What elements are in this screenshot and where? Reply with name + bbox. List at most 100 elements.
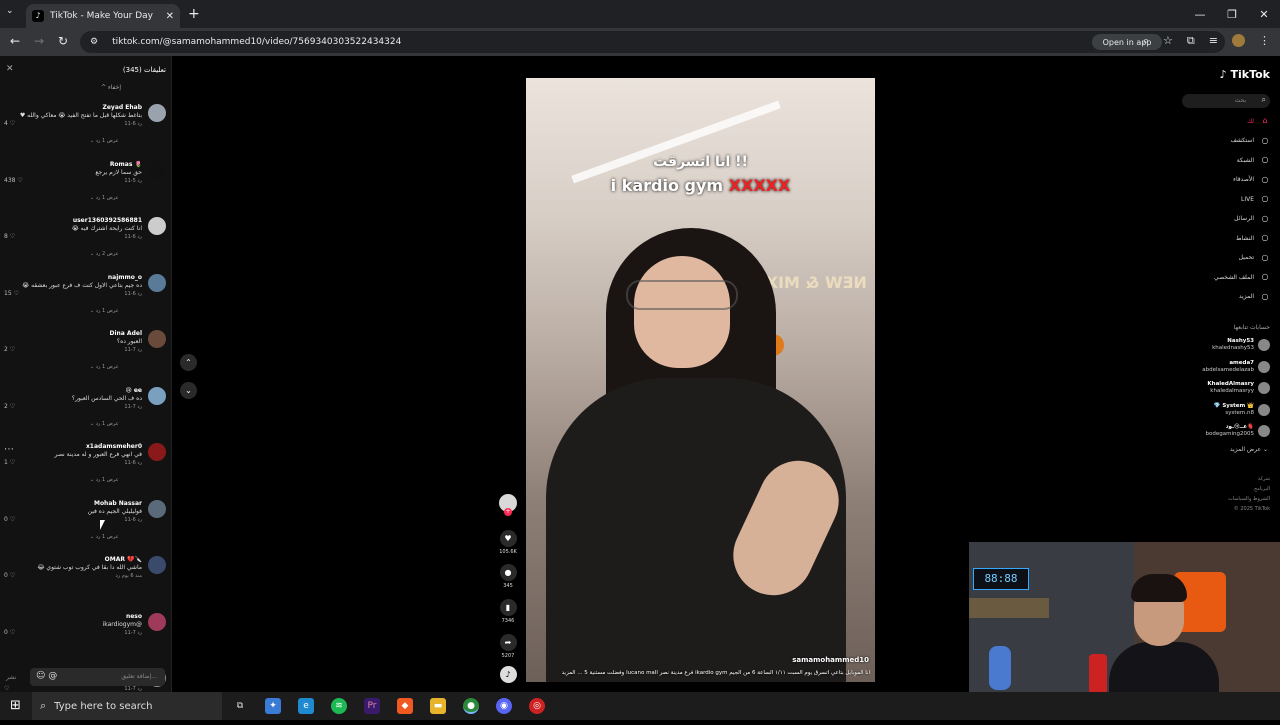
more-options-icon[interactable]: ⋯ xyxy=(4,444,14,455)
comment-date-reply[interactable]: 11-6 رد xyxy=(124,291,142,297)
close-comments-icon[interactable]: ✕ xyxy=(6,64,14,74)
bookmark-star-icon[interactable]: ☆ xyxy=(1163,34,1173,48)
following-account[interactable]: Nashy53 khalednashy53 xyxy=(1212,338,1270,352)
restore-icon[interactable]: ❐ xyxy=(1216,8,1248,21)
emoji-mention-icon[interactable]: ☺ @ xyxy=(36,671,57,681)
spotify-icon[interactable]: ≋ xyxy=(331,698,347,714)
profile-avatar[interactable] xyxy=(1232,34,1245,47)
comment-avatar[interactable] xyxy=(148,104,166,122)
search-input[interactable]: بحث ⌕ xyxy=(1182,94,1270,108)
comment-username[interactable]: Dina Adel xyxy=(109,330,142,337)
nav-item[interactable]: LIVE ○ xyxy=(1241,194,1270,204)
close-tab-icon[interactable]: ✕ xyxy=(166,11,174,22)
comment-button[interactable]: ● 345 xyxy=(497,564,519,589)
comment-username[interactable]: OMAR 💔🔪 xyxy=(105,556,142,563)
following-account[interactable]: ameda7 abdelsamedelazab xyxy=(1202,360,1270,374)
extensions-icon[interactable]: ⧉ xyxy=(1187,34,1195,48)
following-account[interactable]: عــ😢ـود🫀 bodegaming2005 xyxy=(1206,424,1270,438)
comment-input[interactable]: ☺ @ إضافة تعليق... xyxy=(30,668,165,686)
nav-item[interactable]: الشبكة ○ xyxy=(1237,155,1270,165)
windows-start-icon[interactable]: ⊞ xyxy=(10,698,21,713)
see-more-button[interactable]: عرض المزيد ⌄ xyxy=(1230,446,1268,453)
tab-list-chevron-icon[interactable]: ⌄ xyxy=(6,6,14,16)
view-replies-button[interactable]: ⌄ عرض 1 رد xyxy=(90,477,119,483)
footer-program[interactable]: البرنامج xyxy=(1228,484,1270,494)
next-video-button[interactable]: ⌄ xyxy=(180,382,197,399)
comment-avatar[interactable] xyxy=(148,330,166,348)
footer-company[interactable]: شركة xyxy=(1228,474,1270,484)
premiere-icon[interactable]: Pr xyxy=(364,698,380,714)
comment-username[interactable]: 😢 ee xyxy=(126,387,142,394)
like-button[interactable]: ♥ 105.6K xyxy=(497,530,519,555)
comment-like-button[interactable]: 2 ♡ xyxy=(4,346,15,353)
media-icon[interactable]: ≡ xyxy=(1209,34,1218,48)
nav-item[interactable]: الرسائل ○ xyxy=(1234,214,1270,224)
comment-date-reply[interactable]: 11-6 رد xyxy=(124,121,142,127)
view-replies-button[interactable]: ⌄ عرض 1 رد xyxy=(90,308,119,314)
comment-date-reply[interactable]: 11-5 رد xyxy=(124,178,142,184)
comment-username[interactable]: Mohab Nassar xyxy=(94,500,142,507)
nav-item[interactable]: تحميل ○ xyxy=(1239,253,1270,263)
view-replies-button[interactable]: ⌄ عرض 1 رد xyxy=(90,421,119,427)
share-button[interactable]: ➦ 5207 xyxy=(497,634,519,659)
comment-avatar[interactable] xyxy=(148,217,166,235)
follow-plus-icon[interactable]: + xyxy=(504,508,512,516)
comment-like-button[interactable]: 438 ♡ xyxy=(4,177,23,184)
comment-like-button[interactable]: 4 ♡ xyxy=(4,120,15,127)
comment-like-button[interactable]: ♡ xyxy=(4,685,9,692)
comment-date-reply[interactable]: منذ 6 يوم رد xyxy=(116,573,142,579)
comment-username[interactable]: Zeyad Ehab xyxy=(103,104,142,111)
back-icon[interactable]: ← xyxy=(10,34,20,48)
comment-date-reply[interactable]: 11-6 رد xyxy=(124,517,142,523)
view-replies-button[interactable]: ⌄ عرض 1 رد xyxy=(90,195,119,201)
comment-avatar[interactable] xyxy=(148,499,166,518)
view-replies-button[interactable]: ⌄ عرض 1 رد xyxy=(90,534,119,540)
taskbar-search[interactable]: ⌕ Type here to search xyxy=(32,692,222,720)
close-window-icon[interactable]: ✕ xyxy=(1248,8,1280,21)
footer-terms[interactable]: الشروط والسياسات xyxy=(1228,494,1270,504)
view-replies-button[interactable]: ⌄ عرض 1 رد xyxy=(90,364,119,370)
previous-video-button[interactable]: ⌃ xyxy=(180,354,197,371)
browser-tab[interactable]: ♪ TikTok - Make Your Day ✕ xyxy=(26,4,180,28)
nav-item[interactable]: المزيد ○ xyxy=(1239,292,1270,302)
zoom-icon[interactable]: ⌕ xyxy=(1143,34,1149,48)
comment-like-button[interactable]: 0 ♡ xyxy=(4,572,15,579)
comment-date-reply[interactable]: 11-7 رد xyxy=(124,630,142,636)
comment-username[interactable]: user1360392586881 xyxy=(73,217,142,224)
comment-like-button[interactable]: 1 ♡ xyxy=(4,459,15,466)
recording-app-icon[interactable]: ◎ xyxy=(529,698,545,714)
file-explorer-icon[interactable]: ▬ xyxy=(430,698,446,714)
creator-avatar-button[interactable]: + xyxy=(497,494,519,516)
copilot-icon[interactable]: ✦ xyxy=(265,698,281,714)
comment-username[interactable]: x1adamsmeher0 xyxy=(86,443,142,450)
comment-date-reply[interactable]: 11-6 رد xyxy=(124,460,142,466)
view-replies-button[interactable]: ⌄ عرض 1 رد xyxy=(90,138,119,144)
comment-avatar[interactable] xyxy=(148,273,166,292)
menu-icon[interactable]: ⋮ xyxy=(1259,34,1270,48)
following-account[interactable]: KhaledAlmasry khaledalmasryy xyxy=(1207,381,1270,395)
site-info-icon[interactable]: ⚙ xyxy=(90,37,98,47)
minimize-icon[interactable]: — xyxy=(1184,8,1216,21)
comment-like-button[interactable]: 8 ♡ xyxy=(4,233,15,240)
comment-username[interactable]: neso xyxy=(126,613,142,620)
view-replies-button[interactable]: ⌄ عرض 2 رد xyxy=(90,251,119,257)
comment-date-reply[interactable]: 11-6 رد xyxy=(124,234,142,240)
comment-avatar[interactable] xyxy=(148,556,166,574)
video-username[interactable]: samamohammed10 xyxy=(792,656,869,664)
url-field[interactable]: ⚙ tiktok.com/@samamohammed10/video/75693… xyxy=(80,31,1225,53)
comment-avatar[interactable] xyxy=(148,386,166,405)
forward-icon[interactable]: → xyxy=(34,34,44,48)
comment-avatar[interactable] xyxy=(148,612,166,631)
chrome-icon[interactable]: ● xyxy=(463,698,479,714)
reload-icon[interactable]: ↻ xyxy=(58,34,68,48)
comment-avatar[interactable] xyxy=(148,160,166,179)
tiktok-logo[interactable]: ♪ TikTok xyxy=(1220,68,1270,81)
comment-like-button[interactable]: 2 ♡ xyxy=(4,403,15,410)
comment-avatar[interactable] xyxy=(148,443,166,461)
discord-icon[interactable]: ◉ xyxy=(496,698,512,714)
post-button[interactable]: نشر xyxy=(6,674,16,681)
comment-like-button[interactable]: 0 ♡ xyxy=(4,629,15,636)
edge-icon[interactable]: e xyxy=(298,698,314,714)
following-account[interactable]: 💎 System 👑 system.n8 xyxy=(1214,403,1270,417)
comment-username[interactable]: najmmo_o xyxy=(108,274,142,281)
